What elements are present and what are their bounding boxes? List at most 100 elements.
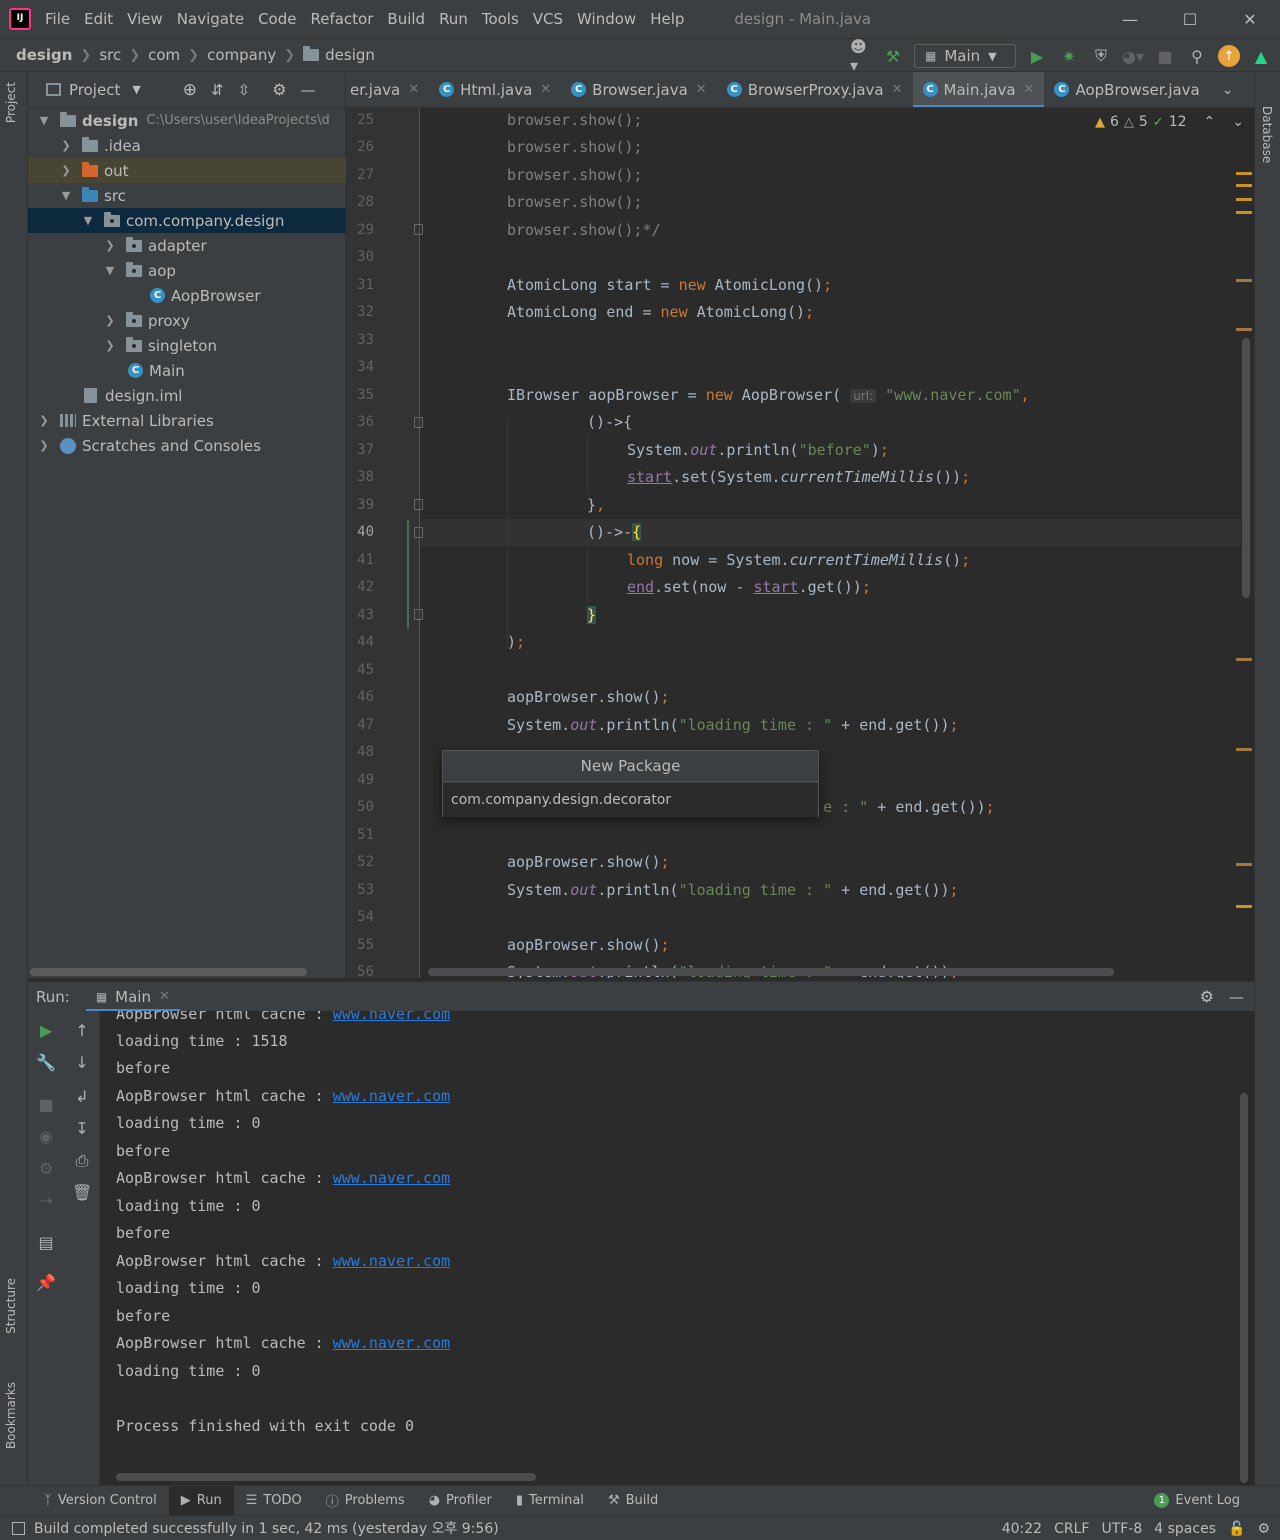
console-horizontal-scrollbar[interactable] bbox=[116, 1473, 536, 1481]
tab-er-java[interactable]: er.java ✕ bbox=[346, 72, 429, 107]
print-icon[interactable]: ⎙ bbox=[72, 1151, 92, 1171]
run-console[interactable]: AopBrowser html cache : www.naver.com lo… bbox=[100, 1011, 1254, 1485]
minimize-button[interactable]: — bbox=[1100, 0, 1160, 38]
tree-item-design-iml[interactable]: design.iml bbox=[28, 383, 346, 408]
tree-item-design-root[interactable]: ▼ design C:\Users\user\IdeaProjects\d bbox=[28, 108, 346, 133]
menu-tools[interactable]: Tools bbox=[482, 10, 519, 28]
breadcrumb-company[interactable]: company bbox=[207, 46, 276, 64]
tab-aopbrowser-java[interactable]: C AopBrowser.java bbox=[1044, 72, 1209, 107]
package-name-input[interactable] bbox=[443, 783, 818, 817]
tree-item-singleton[interactable]: ❯ singleton bbox=[28, 333, 346, 358]
scroll-to-end-icon[interactable]: ↧ bbox=[72, 1119, 92, 1139]
menu-vcs[interactable]: VCS bbox=[533, 10, 563, 28]
editor-horizontal-scrollbar[interactable] bbox=[428, 968, 1114, 976]
menu-file[interactable]: File bbox=[45, 10, 70, 28]
search-icon[interactable]: ⚲ bbox=[1186, 45, 1208, 67]
chevron-down-icon[interactable]: ⌄ bbox=[1222, 82, 1234, 98]
gear-icon[interactable]: ⚙ bbox=[1200, 987, 1214, 1006]
trash-icon[interactable]: 🗑 bbox=[72, 1183, 92, 1203]
menu-navigate[interactable]: Navigate bbox=[177, 10, 244, 28]
tab-browser-java[interactable]: C Browser.java ✕ bbox=[561, 72, 717, 107]
status-toggle-icon[interactable] bbox=[12, 1521, 25, 1535]
arrow-down-icon[interactable]: ↓ bbox=[72, 1053, 92, 1073]
chevron-down-icon[interactable]: ▼ bbox=[82, 214, 94, 227]
tab-browserproxy-java[interactable]: C BrowserProxy.java ✕ bbox=[717, 72, 913, 107]
tool-terminal[interactable]: ▮ Terminal bbox=[504, 1486, 596, 1516]
fold-marker-icon[interactable] bbox=[414, 609, 423, 620]
tree-item-com-company-design[interactable]: ▼ com.company.design bbox=[28, 208, 346, 233]
tool-profiler[interactable]: ◕ Profiler bbox=[417, 1486, 504, 1516]
coverage-icon[interactable]: ⛨ bbox=[1090, 45, 1112, 67]
chevron-down-icon[interactable]: ▼ bbox=[132, 83, 140, 96]
inspection-widget[interactable]: ▲ 6 △ 5 ✓ 12 ⌃ ⌄ bbox=[1095, 114, 1244, 130]
project-view-select[interactable]: Project bbox=[69, 81, 120, 99]
close-icon[interactable]: ✕ bbox=[1024, 82, 1035, 97]
caret-position[interactable]: 40:22 bbox=[1002, 1521, 1042, 1537]
error-stripe-mark[interactable] bbox=[1236, 279, 1252, 282]
run-configuration-select[interactable]: ▦ Main ▼ bbox=[914, 44, 1016, 68]
edit-config-wrench-icon[interactable]: 🔧 bbox=[36, 1053, 56, 1073]
chevron-right-icon[interactable]: ❯ bbox=[104, 239, 116, 252]
fold-marker-icon[interactable] bbox=[414, 224, 423, 235]
bookmarks-tool-tab[interactable]: Bookmarks bbox=[4, 1382, 18, 1449]
unlock-icon[interactable]: 🔓 bbox=[1228, 1521, 1245, 1537]
tree-item-aopbrowser[interactable]: C AopBrowser bbox=[28, 283, 346, 308]
menu-refactor[interactable]: Refactor bbox=[310, 10, 373, 28]
menu-build[interactable]: Build bbox=[387, 10, 425, 28]
tool-event-log[interactable]: 1 Event Log bbox=[1142, 1486, 1252, 1516]
tree-item-scratches[interactable]: ❯ Scratches and Consoles bbox=[28, 433, 346, 458]
chevron-down-icon[interactable]: ▼ bbox=[104, 264, 116, 277]
tree-item-out[interactable]: ❯ out bbox=[28, 158, 346, 183]
profile-icon[interactable]: ◕▾ bbox=[1122, 45, 1144, 67]
camera-dump-icon[interactable]: ◉ bbox=[36, 1127, 56, 1147]
tab-html-java[interactable]: C Html.java ✕ bbox=[429, 72, 561, 107]
build-hammer-icon[interactable]: ⚒ bbox=[882, 45, 904, 67]
code-editor[interactable]: 25 26 27 28 29 30 31 32 33 34 35 36 37 3… bbox=[346, 108, 1254, 978]
fold-marker-icon[interactable] bbox=[414, 417, 423, 428]
menu-edit[interactable]: Edit bbox=[84, 10, 113, 28]
close-icon[interactable]: ✕ bbox=[696, 82, 707, 97]
user-profile-icon[interactable]: ☻▾ bbox=[850, 37, 872, 75]
chevron-right-icon[interactable]: ❯ bbox=[60, 164, 72, 177]
tab-main-java[interactable]: C Main.java ✕ bbox=[912, 72, 1045, 107]
chevron-right-icon[interactable]: ❯ bbox=[38, 439, 50, 452]
error-stripe-mark[interactable] bbox=[1236, 172, 1252, 175]
chevron-right-icon[interactable]: ❯ bbox=[104, 339, 116, 352]
run-icon[interactable]: ▶ bbox=[1026, 45, 1048, 67]
expand-all-icon[interactable]: ⇵ bbox=[211, 81, 224, 99]
breadcrumb-com[interactable]: com bbox=[148, 46, 180, 64]
error-stripe-mark[interactable] bbox=[1236, 211, 1252, 214]
hide-panel-icon[interactable]: — bbox=[1229, 988, 1244, 1006]
layout-icon[interactable]: ▤ bbox=[36, 1233, 56, 1253]
tool-problems[interactable]: ⓘ Problems bbox=[314, 1486, 417, 1516]
error-stripe-mark[interactable] bbox=[1236, 328, 1252, 331]
error-stripe-mark[interactable] bbox=[1236, 658, 1252, 661]
chevron-right-icon[interactable]: ❯ bbox=[60, 139, 72, 152]
inspector-icon[interactable]: ⚙ bbox=[1257, 1521, 1270, 1537]
more-options-icon[interactable]: ⋮ bbox=[1254, 80, 1255, 99]
tool-todo[interactable]: ☰ TODO bbox=[234, 1486, 314, 1516]
project-horizontal-scrollbar[interactable] bbox=[30, 968, 307, 976]
intellij-logo-icon[interactable]: IJ bbox=[9, 8, 31, 30]
arrow-up-icon[interactable]: ↑ bbox=[72, 1021, 92, 1041]
editor-vertical-scrollbar[interactable] bbox=[1242, 338, 1250, 598]
gear-icon[interactable]: ⚙ bbox=[272, 80, 286, 99]
debug-bug-icon[interactable]: ✷ bbox=[1058, 45, 1080, 67]
breadcrumb-design-package[interactable]: design bbox=[303, 46, 375, 64]
tool-version-control[interactable]: ᛉ Version Control bbox=[32, 1486, 169, 1516]
menu-window[interactable]: Window bbox=[577, 10, 636, 28]
structure-tool-tab[interactable]: Structure bbox=[4, 1278, 18, 1334]
tree-item-proxy[interactable]: ❯ proxy bbox=[28, 308, 346, 333]
exit-icon[interactable]: ⇢ bbox=[36, 1191, 56, 1211]
close-icon[interactable]: ✕ bbox=[159, 989, 170, 1004]
menu-code[interactable]: Code bbox=[258, 10, 296, 28]
database-tool-tab[interactable]: Database bbox=[1260, 106, 1274, 163]
error-stripe-mark[interactable] bbox=[1236, 863, 1252, 866]
stop-icon[interactable]: ■ bbox=[36, 1095, 56, 1115]
console-link[interactable]: www.naver.com bbox=[333, 1334, 450, 1352]
error-stripe-mark[interactable] bbox=[1236, 198, 1252, 201]
console-vertical-scrollbar[interactable] bbox=[1240, 1093, 1248, 1483]
close-icon[interactable]: ✕ bbox=[408, 82, 419, 97]
tool-run[interactable]: ▶ Run bbox=[168, 1485, 234, 1516]
line-separator[interactable]: CRLF bbox=[1054, 1521, 1089, 1537]
